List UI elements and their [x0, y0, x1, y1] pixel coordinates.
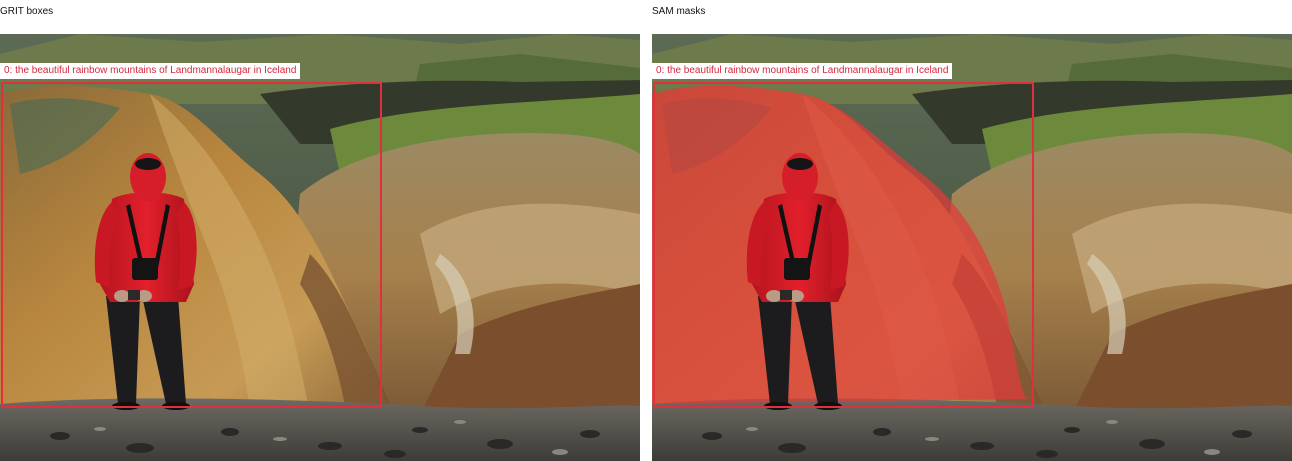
- detection-label: 0: the beautiful rainbow mountains of La…: [0, 63, 301, 79]
- detection-label: 0: the beautiful rainbow mountains of La…: [652, 63, 953, 79]
- panel-title-grit: GRIT boxes: [0, 6, 54, 17]
- grit-boxes-panel: GRIT boxes 0: the beautiful rainbow moun…: [0, 0, 640, 461]
- sam-masks-panel: SAM masks 0: the beautiful rainbow mount…: [652, 0, 1292, 461]
- panel-title-sam: SAM masks: [652, 6, 706, 17]
- detection-box: [1, 82, 382, 408]
- detection-box: [653, 82, 1034, 408]
